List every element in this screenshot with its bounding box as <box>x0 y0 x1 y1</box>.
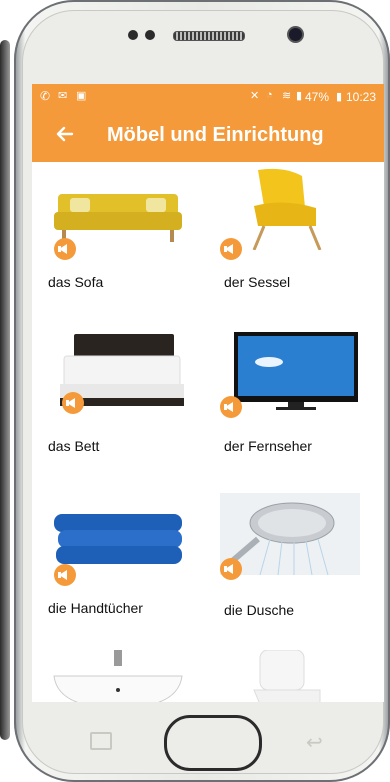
item-label: der Fernseher <box>224 438 312 454</box>
sensor-icon <box>145 30 155 40</box>
clock: 10:23 <box>346 90 377 104</box>
speaker-icon[interactable] <box>62 392 84 414</box>
phone-side-edge <box>0 40 10 740</box>
item-label: der Sessel <box>224 274 291 290</box>
speaker-icon[interactable] <box>54 238 76 260</box>
item-label: das Sofa <box>48 274 104 290</box>
list-item[interactable]: der Fernseher <box>208 326 378 486</box>
list-item[interactable] <box>208 644 378 702</box>
sensor-icon <box>128 30 138 40</box>
wifi-icon: ≋ <box>282 90 292 102</box>
sink-image <box>53 650 183 702</box>
screen: ✆ ✉ ▣ ✕ ◔ ≋ ▮ 47% ▮ 10:23 Möbel und Einr… <box>32 84 384 702</box>
mute-icon: ✕ <box>250 90 260 102</box>
earpiece-speaker <box>173 31 245 41</box>
item-label: das Bett <box>48 438 100 454</box>
page-title: Möbel und Einrichtung <box>107 124 324 146</box>
app-bar: Möbel und Einrichtung <box>32 110 384 162</box>
signal-icon: ▮ <box>296 90 303 102</box>
speaker-icon[interactable] <box>220 558 242 580</box>
speaker-icon[interactable] <box>220 238 242 260</box>
toilet-image <box>253 650 321 702</box>
back-nav-icon[interactable]: ↩ <box>306 730 323 755</box>
list-item[interactable]: der Sessel <box>208 162 378 322</box>
television-image <box>234 332 358 410</box>
list-item[interactable]: das Bett <box>32 326 202 486</box>
battery-level: 47% <box>305 90 330 104</box>
message-icon: ✉ <box>58 90 68 102</box>
arrow-left-icon[interactable] <box>54 123 76 145</box>
list-item[interactable]: die Handtücher <box>32 488 202 648</box>
item-label: die Dusche <box>224 602 295 618</box>
sofa-image <box>54 194 182 242</box>
missed-call-icon: ✆ <box>40 89 51 103</box>
list-item[interactable] <box>32 644 202 702</box>
alarm-icon: ◔ <box>266 89 273 101</box>
image-icon: ▣ <box>76 90 87 102</box>
list-item[interactable]: die Dusche <box>208 480 378 640</box>
recent-apps-button[interactable] <box>90 732 112 750</box>
armchair-image <box>252 168 322 250</box>
item-label: die Handtücher <box>48 600 143 616</box>
speaker-icon[interactable] <box>54 564 76 586</box>
list-item[interactable]: das Sofa <box>32 162 202 322</box>
vocabulary-grid: das Sofa der Sessel das Bett der Fernseh… <box>32 162 384 702</box>
front-camera-icon <box>289 28 302 41</box>
status-bar: ✆ ✉ ▣ ✕ ◔ ≋ ▮ 47% ▮ 10:23 <box>32 84 384 110</box>
battery-icon: ▮ <box>336 91 343 103</box>
towels-image <box>54 514 182 564</box>
speaker-icon[interactable] <box>220 396 242 418</box>
home-button[interactable] <box>164 715 262 771</box>
